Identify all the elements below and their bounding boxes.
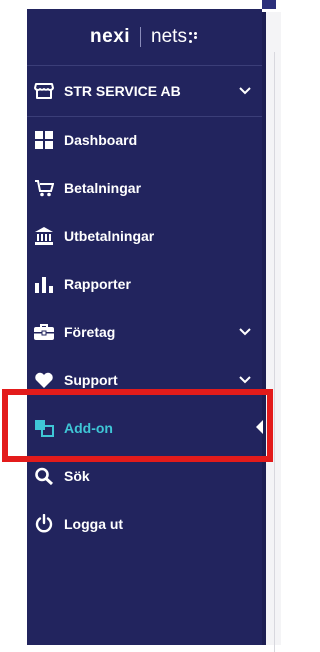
menu-item-utbetalningar[interactable]: Utbetalningar: [27, 216, 262, 256]
briefcase-icon: [34, 322, 54, 342]
menu-item-rapporter[interactable]: Rapporter: [27, 264, 262, 304]
dashboard-grid-icon: [34, 130, 54, 150]
menu-item-label: Dashboard: [64, 132, 138, 148]
search-icon: [34, 466, 54, 486]
menu-item-dashboard[interactable]: Dashboard: [27, 120, 262, 160]
chevron-down-icon[interactable]: [236, 323, 254, 341]
store-icon: [34, 81, 54, 101]
highlight-box: [2, 389, 273, 462]
chevron-down-icon[interactable]: [236, 82, 254, 100]
merchant-selector[interactable]: STR SERVICE AB: [27, 66, 262, 116]
menu-item-label: Logga ut: [64, 516, 124, 532]
power-icon: [34, 514, 54, 534]
sidebar: nexi nets STR SERVICE AB Dashboard Betal: [27, 9, 262, 645]
logo-dots-icon: [188, 31, 199, 43]
main-content-edge: [266, 12, 281, 652]
menu-item-foretag[interactable]: Företag: [27, 312, 262, 352]
sidebar-edge: [262, 12, 266, 645]
bank-icon: [34, 226, 54, 246]
top-accent-bar: [262, 0, 276, 9]
logo-nets: nets: [151, 26, 187, 47]
menu-item-label: Utbetalningar: [64, 228, 155, 244]
menu-item-logga-ut[interactable]: Logga ut: [27, 504, 262, 544]
menu-item-label: Sök: [64, 468, 90, 484]
menu-item-betalningar[interactable]: Betalningar: [27, 168, 262, 208]
heart-icon: [34, 370, 54, 390]
merchant-name: STR SERVICE AB: [64, 83, 181, 99]
divider: [27, 116, 262, 117]
content-divider: [274, 52, 275, 652]
brand-logo: nexi nets: [27, 9, 262, 65]
cart-icon: [34, 178, 54, 198]
menu-item-label: Betalningar: [64, 180, 142, 196]
chevron-down-icon[interactable]: [236, 371, 254, 389]
bar-chart-icon: [34, 274, 54, 294]
menu-item-label: Support: [64, 372, 118, 388]
menu-item-sok[interactable]: Sök: [27, 456, 262, 496]
logo-nets-group: nets: [151, 26, 199, 48]
logo-separator: [140, 27, 142, 47]
logo-nexi: nexi: [90, 26, 131, 47]
menu-item-label: Rapporter: [64, 276, 131, 292]
menu-item-label: Företag: [64, 324, 116, 340]
